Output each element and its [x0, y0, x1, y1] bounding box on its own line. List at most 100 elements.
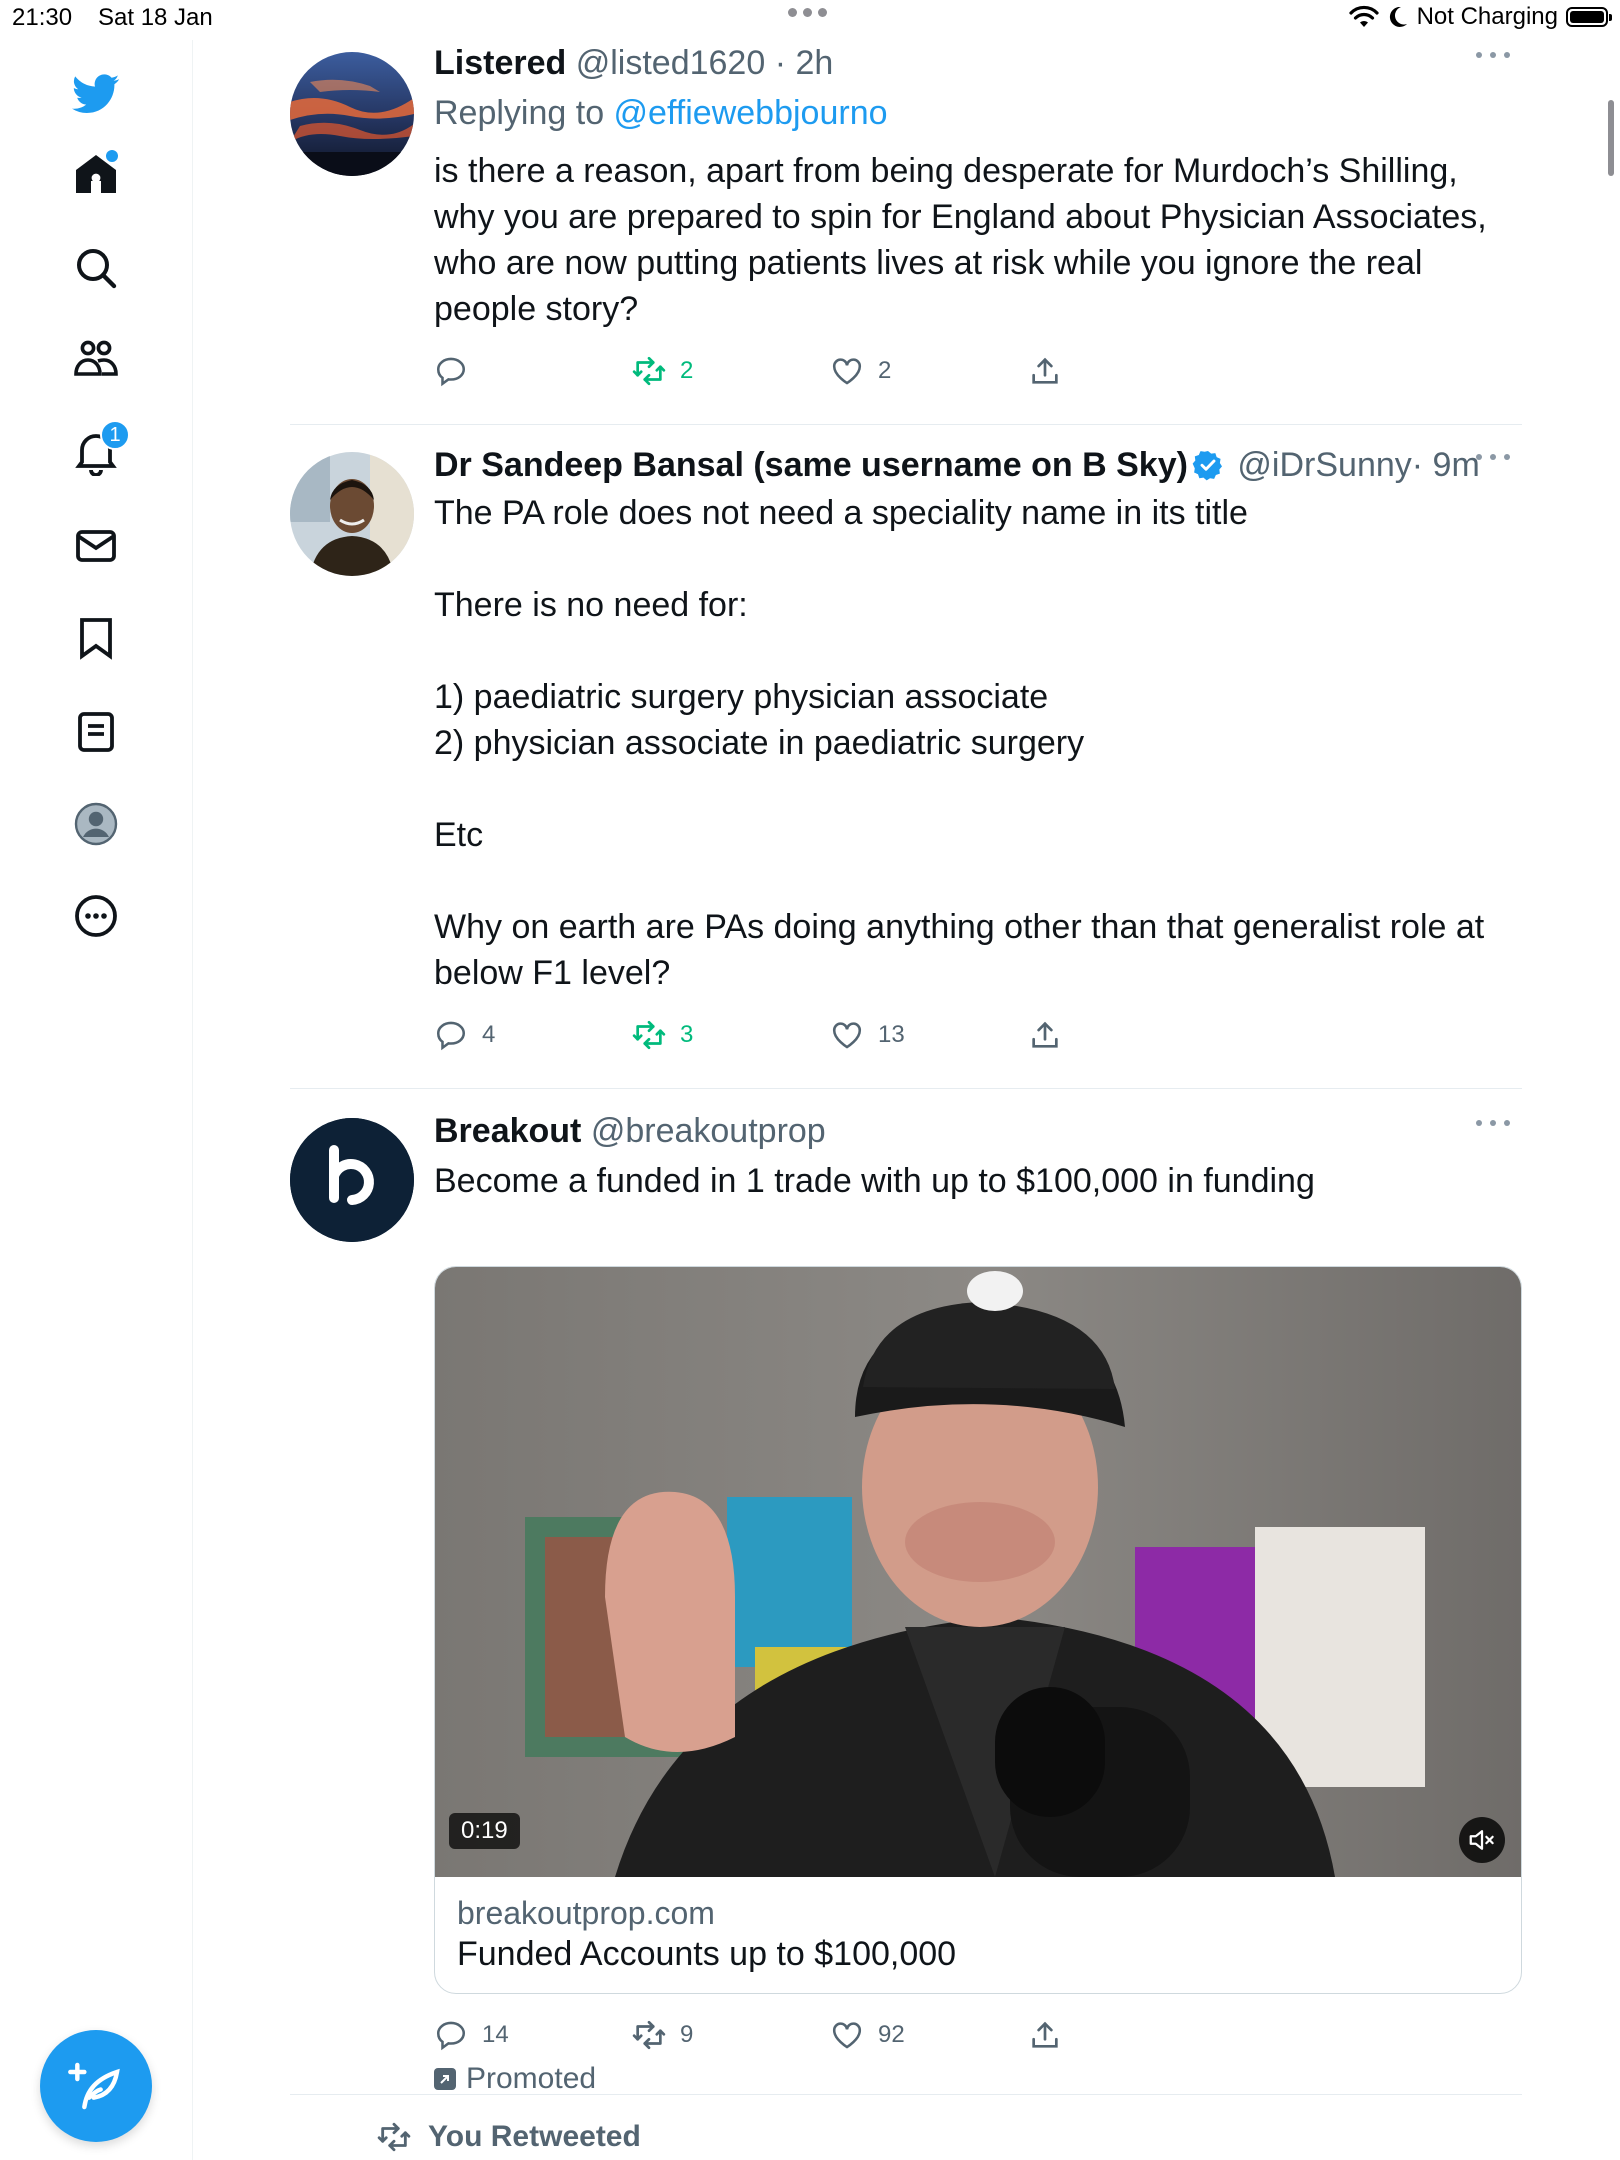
tweet-more-button[interactable] — [1476, 40, 1510, 70]
profile-icon[interactable] — [66, 794, 126, 854]
retweet-button[interactable]: 3 — [632, 1008, 693, 1062]
compose-feather-icon — [68, 2062, 120, 2110]
tweet-time: · 2h — [774, 44, 834, 82]
promoted-label: Promoted — [434, 2062, 596, 2096]
share-icon — [1032, 1021, 1058, 1048]
author-name[interactable]: Dr Sandeep Bansal (same username on B Sk… — [434, 446, 1188, 484]
tweet-divider — [290, 2094, 1522, 2095]
like-count: 2 — [878, 357, 892, 384]
messages-icon[interactable] — [66, 516, 126, 576]
scrollbar[interactable] — [1608, 100, 1614, 176]
status-bar: 21:30 Sat 18 Jan Not Charging — [0, 0, 1620, 40]
share-button[interactable] — [1028, 1008, 1062, 1062]
status-time: 21:30 — [12, 4, 73, 31]
multitasking-dots[interactable] — [788, 8, 827, 17]
retweet-icon — [632, 356, 666, 386]
retweet-button[interactable]: 9 — [632, 2008, 693, 2062]
retweeted-label[interactable]: You Retweeted — [428, 2120, 641, 2154]
more-icon[interactable] — [66, 886, 126, 946]
replying-to: Replying to @effiewebbjourno — [434, 94, 888, 132]
card-title[interactable]: Funded Accounts up to $100,000 — [457, 1935, 956, 1974]
tweet[interactable]: Listered @listed1620 · 2h Replying to @e… — [290, 40, 1522, 424]
communities-icon[interactable] — [66, 330, 126, 390]
video-thumbnail — [435, 1267, 1521, 1877]
author-name[interactable]: Listered — [434, 44, 566, 82]
avatar[interactable] — [290, 452, 414, 576]
tweet-text: The PA role does not need a speciality n… — [434, 494, 1485, 992]
heart-icon — [832, 358, 862, 385]
home-new-dot — [106, 150, 118, 162]
status-right: Not Charging — [1348, 3, 1612, 31]
author-handle[interactable]: @iDrSunny — [1237, 446, 1411, 484]
retweet-icon — [632, 1020, 666, 1050]
retweet-count: 2 — [680, 357, 694, 384]
author-name[interactable]: Breakout — [434, 1112, 581, 1150]
author-handle[interactable]: @listed1620 — [576, 44, 766, 82]
video-duration: 0:19 — [449, 1813, 520, 1849]
tweet-divider — [290, 424, 1522, 425]
tweet-header: Breakout @breakoutprop — [434, 1108, 1514, 1154]
moon-icon — [1389, 6, 1407, 27]
retweet-count: 3 — [680, 1021, 694, 1048]
speaker-muted-icon — [1469, 1830, 1494, 1850]
tweet-text: is there a reason, apart from being desp… — [434, 152, 1497, 328]
tweet-actions: 4 3 13 — [434, 1008, 1514, 1062]
share-icon — [1032, 2021, 1058, 2048]
tweet-actions: 2 2 — [434, 344, 1514, 398]
bookmarks-icon[interactable] — [66, 608, 126, 668]
twitter-logo-icon[interactable] — [66, 64, 126, 124]
verified-badge-icon — [1192, 451, 1222, 481]
reply-button[interactable]: 4 — [434, 1008, 495, 1062]
share-icon — [1032, 357, 1058, 384]
battery-icon — [1566, 7, 1612, 27]
avatar[interactable] — [290, 1118, 414, 1242]
author-handle[interactable]: @breakoutprop — [591, 1112, 826, 1150]
like-count: 13 — [878, 1021, 905, 1048]
compose-tweet-button[interactable] — [40, 2030, 152, 2142]
like-button[interactable]: 2 — [830, 344, 891, 398]
reply-icon — [436, 1021, 466, 1051]
share-button[interactable] — [1028, 2008, 1062, 2062]
reply-button[interactable] — [434, 344, 482, 398]
tweet-text: Become a funded in 1 trade with up to $1… — [434, 1162, 1315, 1200]
reply-icon — [436, 357, 466, 387]
reply-icon — [436, 2021, 466, 2051]
lists-icon[interactable] — [66, 702, 126, 762]
share-button[interactable] — [1028, 344, 1062, 398]
home-icon[interactable] — [66, 144, 126, 204]
tweet-time: · 9m — [1411, 446, 1480, 484]
like-button[interactable]: 92 — [830, 2008, 905, 2062]
tweet-more-button[interactable] — [1476, 1108, 1510, 1138]
mute-button[interactable] — [1459, 1817, 1505, 1863]
notifications-badge: 1 — [100, 420, 130, 450]
status-date: Sat 18 Jan — [98, 4, 213, 31]
tweet-more-button[interactable] — [1476, 442, 1510, 472]
retweet-count: 9 — [680, 2021, 694, 2048]
wifi-icon — [1348, 5, 1379, 27]
tweet-divider — [290, 1088, 1522, 1089]
tweet-header: Dr Sandeep Bansal (same username on B Sk… — [434, 442, 1514, 488]
link-card[interactable]: 0:19 breakoutprop.com Funded Accounts up… — [434, 1266, 1522, 1994]
promoted-tweet[interactable]: Breakout @breakoutprop Become a funded i… — [290, 1108, 1522, 2108]
reply-count: 14 — [482, 2021, 509, 2048]
notifications-icon[interactable]: 1 — [66, 420, 130, 482]
replying-to-mention[interactable]: @effiewebbjourno — [614, 94, 888, 132]
heart-icon — [832, 1022, 862, 1049]
retweet-button[interactable]: 2 — [632, 344, 693, 398]
search-icon[interactable] — [66, 238, 126, 298]
promoted-icon — [434, 2068, 456, 2090]
battery-status: Not Charging — [1416, 3, 1558, 30]
retweeted-indicator: You Retweeted — [374, 2120, 641, 2154]
tweet[interactable]: Dr Sandeep Bansal (same username on B Sk… — [290, 442, 1522, 1124]
heart-icon — [832, 2022, 862, 2049]
tweet-header: Listered @listed1620 · 2h — [434, 40, 1514, 86]
video-player[interactable]: 0:19 — [435, 1267, 1521, 1877]
like-button[interactable]: 13 — [830, 1008, 905, 1062]
reply-count: 4 — [482, 1021, 496, 1048]
card-domain[interactable]: breakoutprop.com — [457, 1895, 715, 1932]
retweet-icon — [632, 2020, 666, 2050]
reply-button[interactable]: 14 — [434, 2008, 509, 2062]
like-count: 92 — [878, 2021, 905, 2048]
avatar[interactable] — [290, 52, 414, 176]
tweet-actions: 14 9 92 — [434, 2008, 1514, 2062]
